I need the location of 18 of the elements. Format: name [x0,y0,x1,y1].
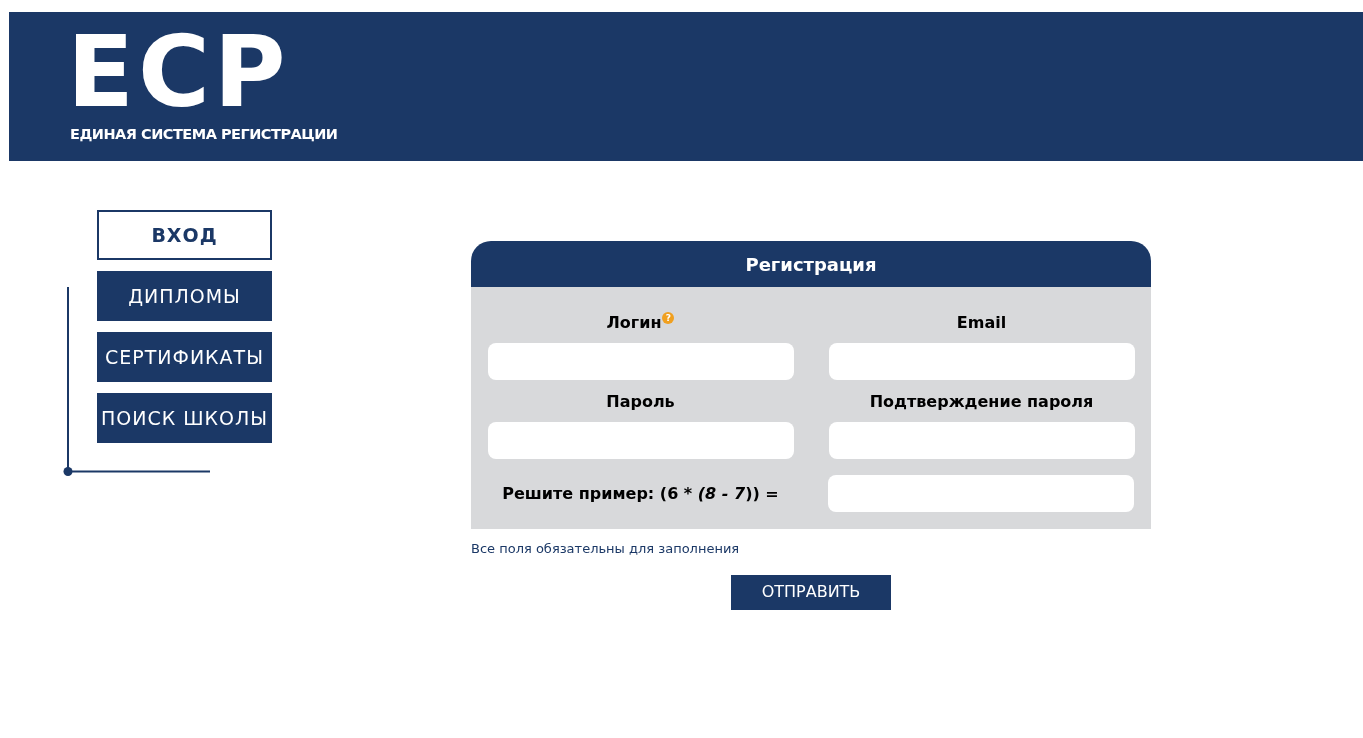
form-title: Регистрация [745,252,877,277]
input-field[interactable] [828,343,1135,380]
field-label: Email [956,312,1007,334]
required-note: Все поля обязательны для заполнения [471,540,741,558]
submit-button[interactable]: ОТПРАВИТЬ [731,574,891,610]
field-label: Пароль [606,391,675,413]
captcha-question: Решите пример: (6 * (8 - 7)) = [502,482,779,505]
input-field[interactable] [487,422,794,459]
nav-button[interactable]: ВХОД [97,210,272,260]
input-field[interactable] [828,422,1135,459]
nav-button[interactable]: СЕРТИФИКАТЫ [97,332,272,382]
nav-button[interactable]: ПОИСК ШКОЛЫ [97,393,272,443]
nav-button[interactable]: ДИПЛОМЫ [97,271,272,321]
input-field[interactable] [487,343,794,380]
field-label: Логин [606,312,662,334]
captcha-field[interactable] [828,475,1134,512]
logo[interactable]: ЕСР ЕДИНАЯ СИСТЕМА РЕГИСТРАЦИИ [67,26,338,146]
field-label: Подтверждение пароля [869,391,1094,413]
